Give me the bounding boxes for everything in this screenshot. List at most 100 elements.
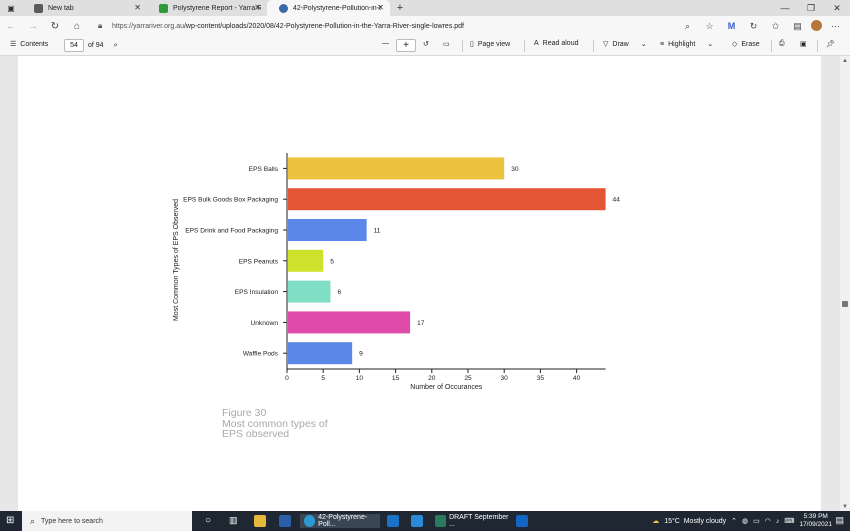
page-view-icon: ▯ [470,41,474,48]
figure-number: Figure 30 [222,407,267,419]
volume-icon[interactable]: ♪ [776,518,780,525]
plus-icon: + [396,39,416,52]
word-app-icon[interactable] [279,515,291,527]
newtab-icon [34,3,43,13]
edge-icon [304,515,316,527]
page-view-label: Page view [477,40,511,48]
notifications-icon[interactable]: ▤ [835,515,844,526]
taskbar-search[interactable]: ⌕ Type here to search [22,511,192,531]
windows-start-icon[interactable]: ⊞ [6,515,14,526]
tab-new-tab[interactable]: New tab ✕ [22,0,147,16]
tab-pdf[interactable]: 42-Polystyrene-Pollution-in-the- ✕ [267,0,390,16]
favorite-icon[interactable]: ☆ [701,18,718,34]
store-icon[interactable] [411,515,423,527]
collections-icon[interactable]: ▤ [789,18,806,34]
pin-toolbar-button[interactable]: 📌︎ [826,40,835,48]
wifi-icon[interactable]: ◠ [765,517,771,525]
weather-icon[interactable]: ☁ [652,517,659,525]
print-icon: ⎙ [779,40,785,47]
minimize-icon[interactable]: — [772,3,798,14]
read-aloud-icon: A [534,40,539,47]
more-icon[interactable]: ⋯ [827,18,844,34]
new-tab-button[interactable]: + [390,2,410,14]
close-tab-icon[interactable]: ✕ [134,3,141,12]
chevron-down-icon[interactable]: ⌄ [707,40,713,48]
extension-icon[interactable]: M [723,18,740,34]
clock[interactable]: 5:39 PM 17/09/2021 [799,513,832,529]
erase-button[interactable]: ◇ Erase [732,40,760,49]
favorites-icon[interactable]: ✩ [767,18,784,34]
tab-label: New tab [48,4,74,12]
scrollbar[interactable]: ▲ ▼ [840,56,850,512]
fit-button[interactable]: ▭ [443,40,450,48]
draw-icon: ▽ [603,41,609,48]
url-field[interactable]: 🔒︎ https://yarrariver.org.au/wp-content/… [98,18,698,34]
page-number-input[interactable]: 54 [64,39,84,52]
search-icon[interactable]: ⌕ [114,42,118,50]
save-icon: ▣ [800,41,807,48]
url-path: /wp-content/uploads/2020/08/42-Polystyre… [183,22,464,30]
mail-icon[interactable] [387,515,399,527]
figure-caption: Figure 30 Most common types of EPS obser… [222,408,328,440]
zoom-icon[interactable]: ⌕ [679,18,696,34]
back-icon[interactable]: ← [0,21,22,32]
tab-label: Polystyrene Report - Yarra Riveri [173,4,261,12]
cortana-icon[interactable]: ○ [205,515,211,526]
caption-line: EPS observed [222,428,290,440]
tab-polystyrene-report[interactable]: Polystyrene Report - Yarra Riveri ✕ [147,0,267,16]
language-icon[interactable]: ⌨ [784,517,794,525]
site-icon [159,3,168,13]
draw-label: Draw [612,40,629,48]
read-aloud-button[interactable]: A Read aloud [534,40,578,47]
contents-label: Contents [20,40,49,48]
page-info-icon[interactable]: 🔒︎ [98,21,112,31]
taskbar-word-label: DRAFT September ... [449,514,509,528]
outlook-icon[interactable] [516,515,528,527]
zoom-in-button[interactable]: + [396,39,416,52]
scroll-up-icon[interactable]: ▲ [842,58,848,64]
task-view-icon[interactable]: ▥ [229,515,238,526]
chevron-down-icon[interactable]: ⌄ [641,40,647,48]
divider [593,40,594,52]
battery-icon[interactable]: ▭ [753,517,760,525]
pdf-toolbar: ☰ Contents 54 of 94 ⌕ — + ↺ ▭ ▯ Page vie… [0,36,850,56]
divider [771,40,772,52]
page-total: of 94 [88,42,104,49]
contents-button[interactable]: ☰ Contents [10,40,49,49]
forward-icon[interactable]: → [22,21,44,32]
close-tab-icon[interactable]: ✕ [254,3,261,12]
tab-actions-icon[interactable]: ▣ [0,0,22,16]
refresh-icon[interactable]: ↻ [44,21,66,32]
taskbar-edge-label: 42-Polystyrene-Poll... [318,514,368,528]
tab-label: 42-Polystyrene-Pollution-in-the- [293,4,381,12]
file-explorer-icon[interactable] [254,515,266,527]
eraser-icon: ◇ [732,41,738,48]
print-button[interactable]: ⎙ [779,40,785,48]
pin-icon: 📌︎ [826,41,835,48]
network-icon[interactable]: ◍ [742,517,748,525]
scrollbar-thumb[interactable] [842,301,848,307]
close-tab-icon[interactable]: ✕ [377,3,384,12]
menu-icon: ☰ [10,41,17,48]
address-bar: ← → ↻ ⌂ 🔒︎ https://yarrariver.org.au/wp-… [0,16,850,36]
pdf-page [18,56,821,512]
highlight-button[interactable]: ≡ Highlight ⌄ [660,40,713,49]
scroll-down-icon[interactable]: ▼ [842,504,848,510]
save-button[interactable]: ▣ [800,40,807,48]
system-tray: ☁ 15°C Mostly cloudy ⌃ ◍ ▭ ◠ ♪ ⌨ 5:39 PM… [652,511,832,531]
taskbar-edge[interactable]: 42-Polystyrene-Poll... [300,514,380,528]
draw-button[interactable]: ▽ Draw ⌄ [603,40,647,49]
restore-icon[interactable]: ❐ [798,3,824,14]
zoom-out-button[interactable]: — [382,40,389,47]
chevron-up-icon[interactable]: ⌃ [731,517,737,525]
weather-text[interactable]: 15°C Mostly cloudy [664,518,726,525]
divider [817,40,818,52]
home-icon[interactable]: ⌂ [66,21,88,32]
rotate-button[interactable]: ↺ [423,40,429,48]
sync-icon[interactable]: ↻ [745,18,762,34]
taskbar-word[interactable]: DRAFT September ... [431,514,511,528]
search-placeholder: Type here to search [41,517,103,525]
close-window-icon[interactable]: ✕ [824,3,850,14]
page-view-button[interactable]: ▯ Page view [470,40,511,49]
avatar[interactable] [811,20,822,31]
